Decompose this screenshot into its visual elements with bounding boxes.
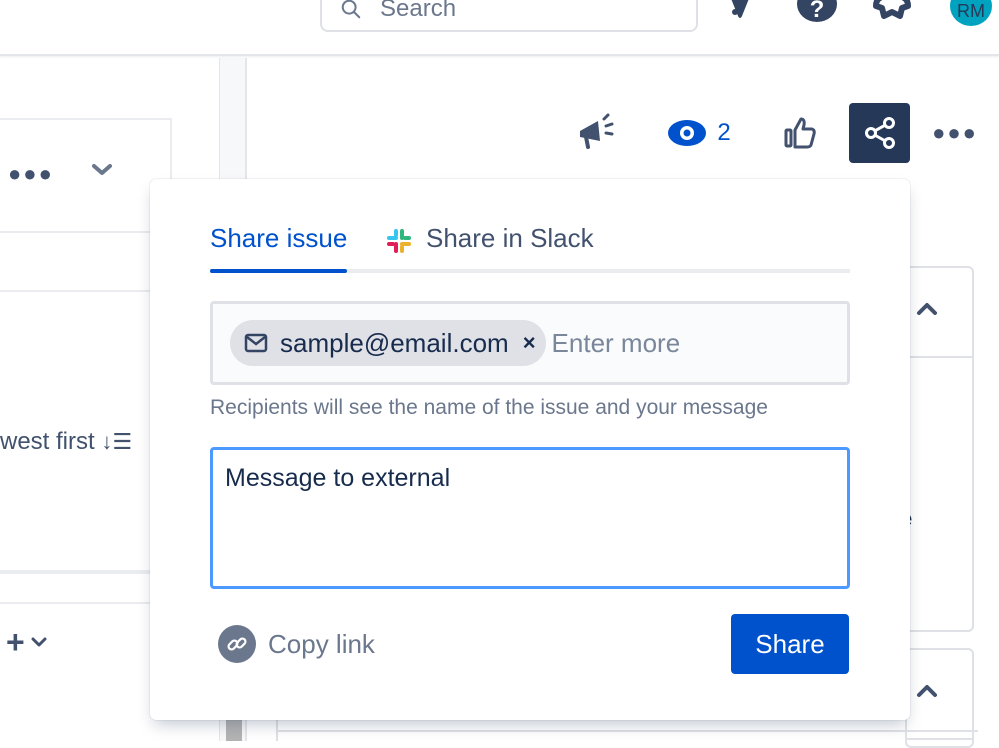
top-navigation-bar: Search ? RM	[0, 0, 999, 56]
divider	[0, 570, 160, 574]
recipient-email: sample@email.com	[280, 327, 509, 358]
share-submit-button[interactable]: Share	[731, 614, 849, 674]
watchers-count: 2	[717, 119, 731, 146]
avatar-initials: RM	[957, 0, 985, 21]
feedback-button[interactable]	[574, 103, 618, 163]
settings-gear-icon[interactable]	[870, 0, 914, 20]
tab-share-in-slack[interactable]: Share in Slack	[384, 223, 594, 269]
recipient-chip: sample@email.com ×	[230, 320, 546, 366]
remove-recipient-icon[interactable]: ×	[523, 330, 536, 356]
notifications-bell-icon[interactable]	[718, 0, 762, 20]
sort-order-button[interactable]: west first ↓☰	[0, 428, 132, 456]
divider	[907, 738, 972, 740]
sort-label: west first	[0, 428, 95, 455]
share-dialog: Share issue Share in Slack sample@email.…	[150, 179, 910, 720]
tab-label: Share issue	[210, 223, 348, 253]
recipients-field[interactable]: sample@email.com ×	[210, 301, 850, 385]
chevron-down-icon[interactable]	[90, 158, 114, 182]
help-icon[interactable]: ?	[797, 0, 837, 23]
tab-label: Share in Slack	[426, 223, 594, 253]
add-button[interactable]: +	[6, 626, 47, 658]
more-dots-icon[interactable]: ●●●	[8, 161, 54, 187]
message-textarea[interactable]	[210, 447, 850, 589]
sort-descending-icon: ↓☰	[101, 429, 133, 454]
more-dots-icon: ●●●	[932, 120, 978, 145]
like-button[interactable]	[778, 103, 822, 163]
recipients-input[interactable]	[551, 327, 812, 359]
more-actions-button[interactable]: ●●●	[932, 103, 978, 163]
share-icon	[864, 117, 895, 149]
scrollbar-thumb[interactable]	[226, 720, 242, 741]
divider	[278, 730, 978, 732]
search-placeholder: Search	[380, 0, 457, 22]
divider	[0, 602, 160, 604]
divider	[0, 290, 160, 292]
chevron-down-icon	[31, 637, 47, 647]
plus-icon: +	[6, 624, 25, 660]
user-avatar[interactable]: RM	[950, 0, 992, 26]
copy-link-button[interactable]: Copy link	[218, 625, 375, 663]
thumbs-up-icon	[784, 117, 816, 149]
share-tabs: Share issue Share in Slack	[210, 223, 850, 273]
link-icon	[218, 625, 256, 663]
tab-share-issue[interactable]: Share issue	[210, 223, 348, 273]
right-details-card	[905, 266, 974, 632]
watch-button[interactable]: 2	[662, 103, 736, 163]
mail-icon	[244, 333, 268, 353]
share-button-active[interactable]	[849, 103, 910, 163]
search-input[interactable]: Search	[320, 0, 698, 32]
eye-icon	[668, 120, 707, 146]
search-icon	[341, 0, 361, 19]
recipients-helper-text: Recipients will see the name of the issu…	[210, 396, 768, 419]
megaphone-icon	[580, 113, 614, 149]
divider	[907, 356, 972, 358]
copy-link-label: Copy link	[268, 628, 375, 659]
slack-icon	[387, 229, 411, 253]
chevron-up-icon[interactable]	[916, 682, 938, 700]
chevron-up-icon[interactable]	[916, 300, 938, 318]
